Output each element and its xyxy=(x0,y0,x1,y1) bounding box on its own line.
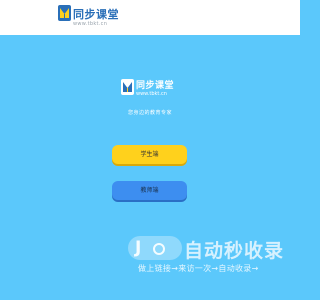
student-entry-button[interactable]: 学生端 xyxy=(112,145,187,164)
teacher-entry-button[interactable]: 教师端 xyxy=(112,181,187,200)
watermark-title: 自动秒收录 xyxy=(184,240,285,262)
book-logo-icon xyxy=(58,5,71,21)
watermark-subtitle: 做上链接→来访一次→自动收录→ xyxy=(138,264,259,273)
book-logo-icon xyxy=(121,79,134,95)
center-brand-name: 同步课堂 xyxy=(136,81,175,91)
tagline: 您身边的教育专家 xyxy=(127,110,172,116)
header-brand-url: www.tbkt.cn xyxy=(73,21,108,27)
top-header: 同步课堂 www.tbkt.cn xyxy=(0,0,300,35)
watermark: J 自动秒收录 做上链接→来访一次→自动收录→ xyxy=(128,234,300,280)
header-brand-name: 同步课堂 xyxy=(73,8,119,21)
header-logo[interactable]: 同步课堂 www.tbkt.cn xyxy=(58,5,128,33)
center-brand-url: www.tbkt.cn xyxy=(136,91,167,97)
watermark-logo-icon: J xyxy=(128,236,182,260)
center-logo: 同步课堂 www.tbkt.cn xyxy=(121,78,191,102)
